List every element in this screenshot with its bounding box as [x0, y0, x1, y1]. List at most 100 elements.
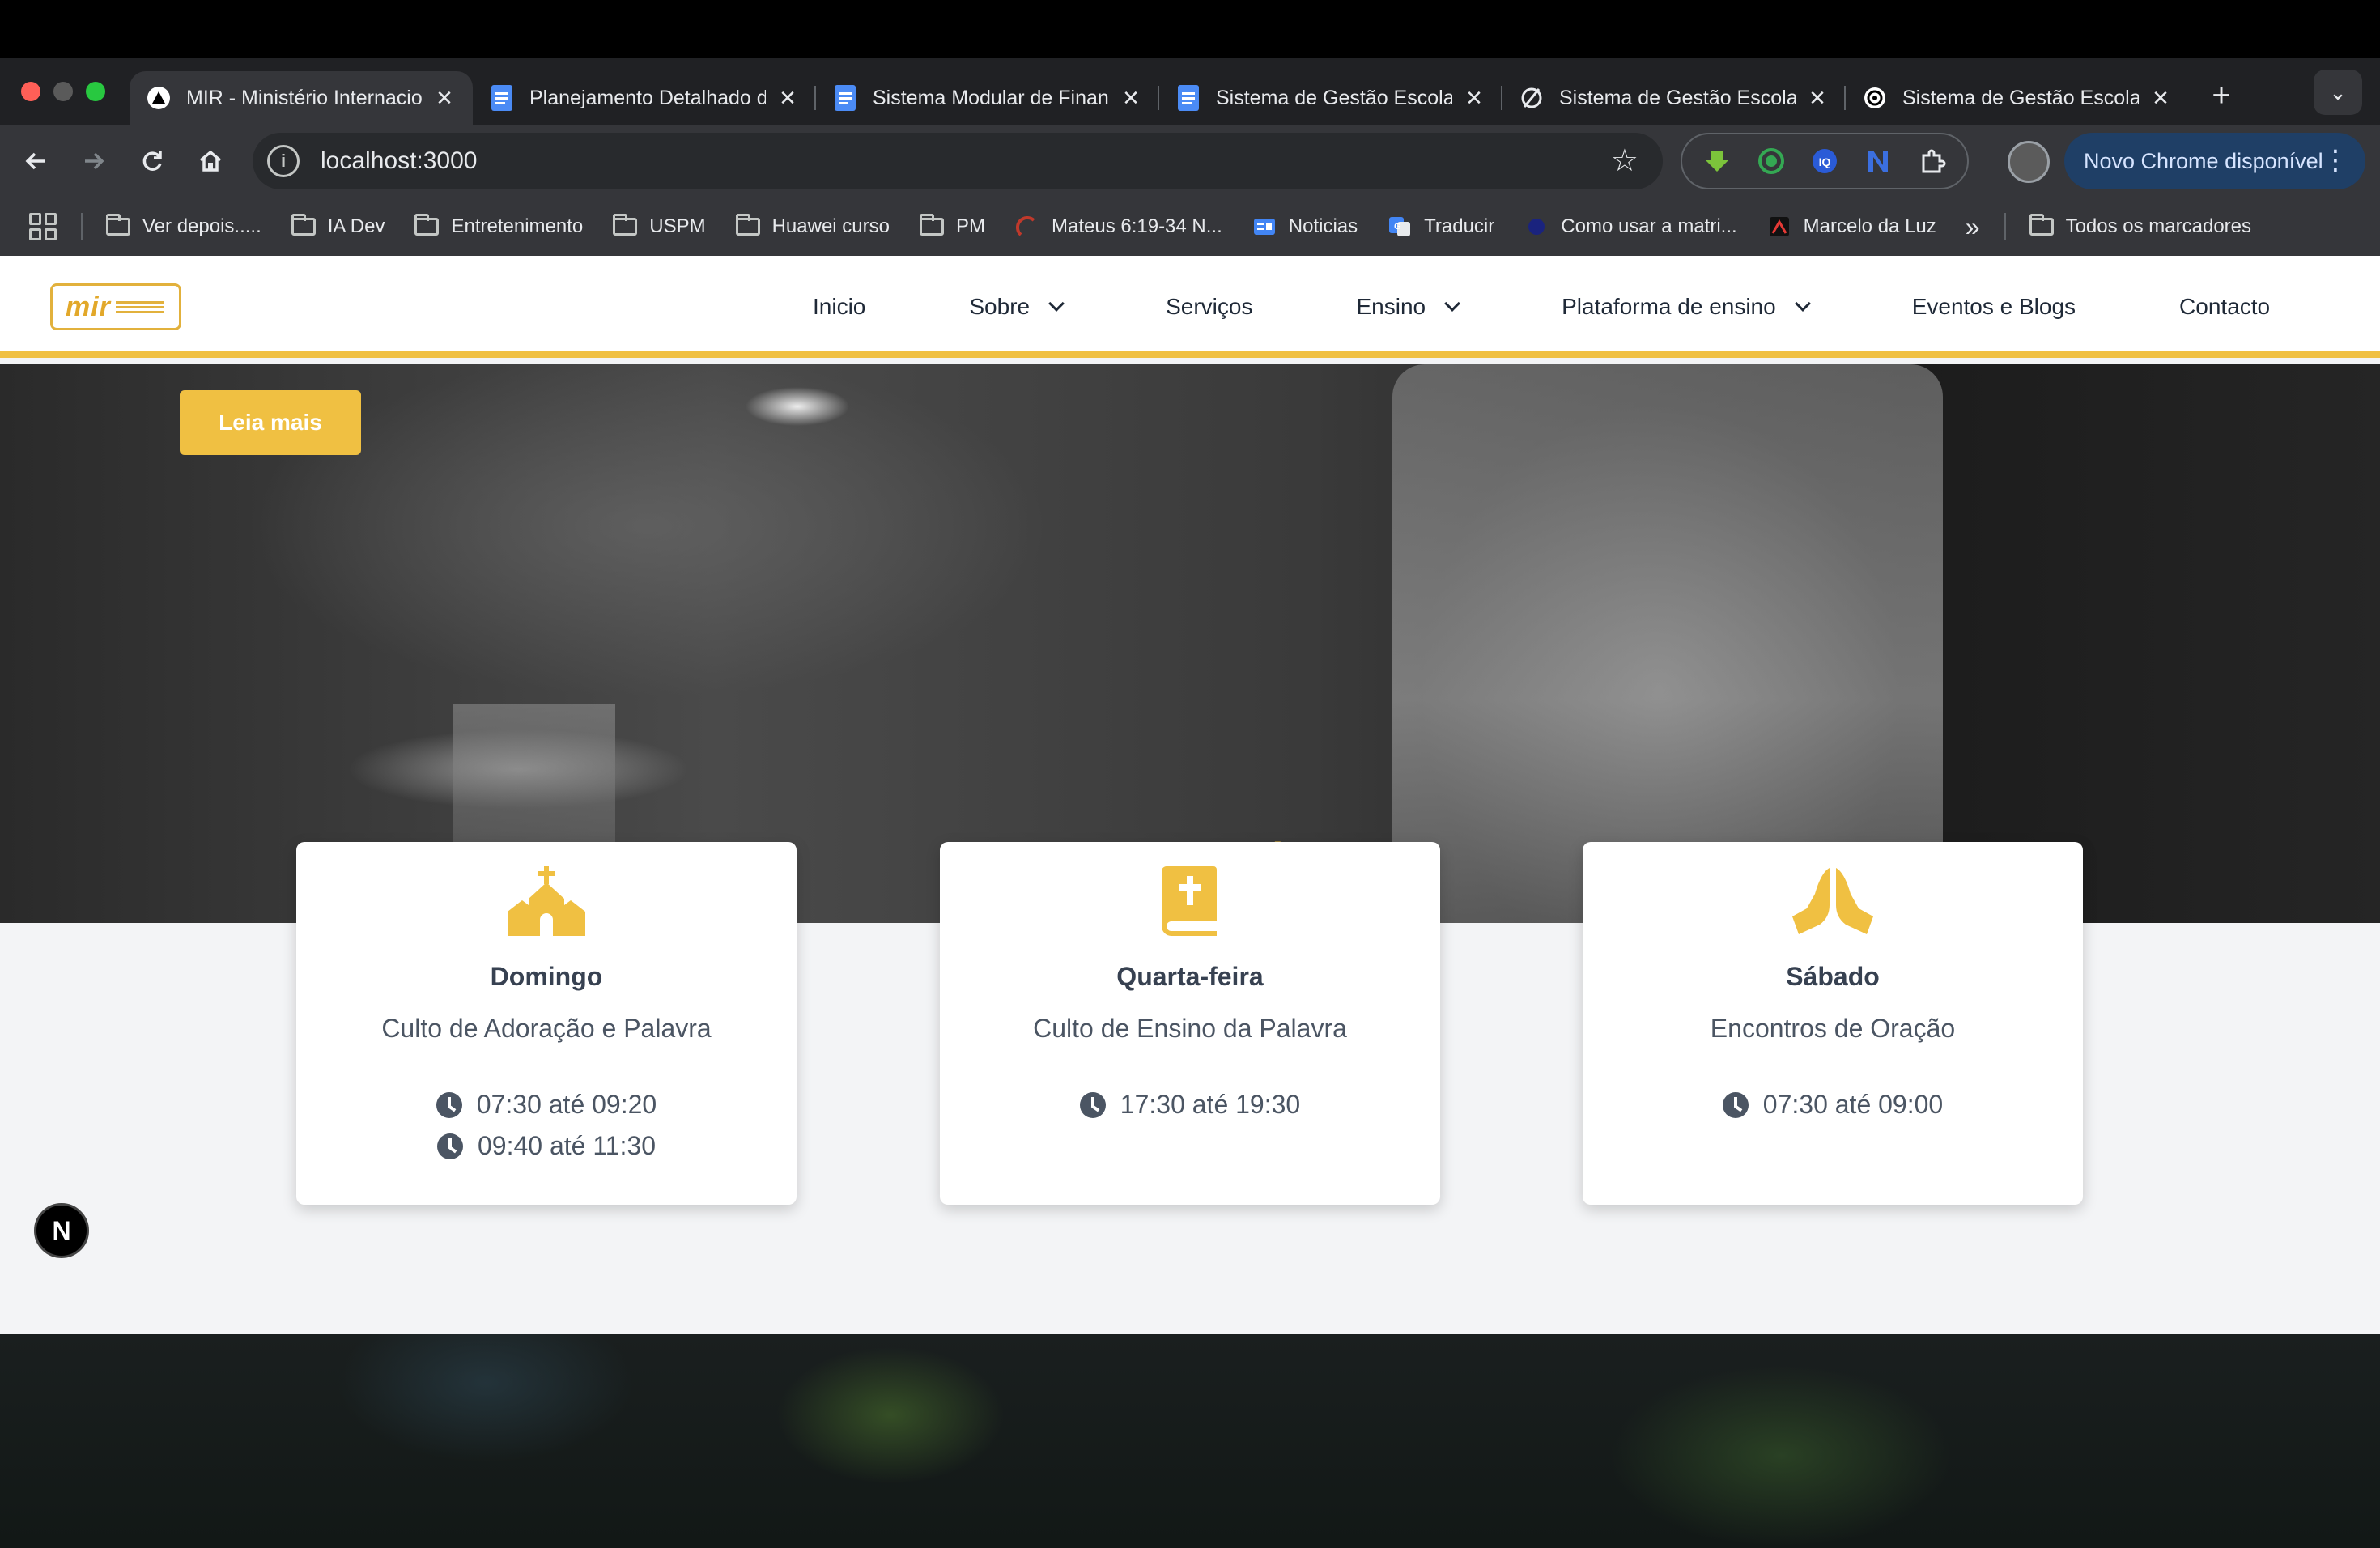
nav-item-inicio[interactable]: Inicio [813, 294, 865, 320]
all-bookmarks-button[interactable]: Todos os marcadores [2029, 214, 2251, 238]
reload-button[interactable] [123, 132, 181, 190]
tab-title: MIR - Ministério Internacional [186, 86, 423, 109]
service-card-quarta: Quarta-feira Culto de Ensino da Palavra … [940, 842, 1440, 1205]
chevron-down-icon [1048, 296, 1065, 312]
extensions-area: IQ [1681, 133, 1969, 189]
tab-gestao-escolar-docs[interactable]: Sistema de Gestão Escolar ✕ [1159, 71, 1502, 125]
bookmarks-bar: Ver depois..... IA Dev Entretenimento US… [0, 198, 2380, 256]
bookmarks-overflow-button[interactable]: » [1966, 212, 1980, 242]
tab-close-icon[interactable]: ✕ [776, 86, 800, 110]
top-bar [0, 0, 2380, 58]
nav-item-plataforma[interactable]: Plataforma de ensino [1562, 294, 1811, 320]
chrome-update-button[interactable]: Novo Chrome disponível ⋮ [2064, 133, 2365, 189]
tab-gestao-escolar-openai[interactable]: Sistema de Gestão Escolar ✕ [1846, 71, 2189, 125]
site-navbar: mir Inicio Sobre Serviços Ensino Platafo… [0, 256, 2380, 358]
chevron-down-icon [1794, 296, 1811, 312]
nextjs-icon [146, 85, 172, 111]
apps-grid-icon[interactable] [29, 213, 57, 240]
svg-text:IQ: IQ [1819, 155, 1831, 168]
bookmark-item[interactable]: G Traducir [1387, 215, 1494, 238]
hero-image: Leia mais Nossos Serviços [0, 364, 2380, 923]
bible-icon [940, 866, 1440, 939]
folder-icon [735, 214, 761, 237]
tab-sistema-modular[interactable]: Sistema Modular de Finanças ✕ [816, 71, 1159, 125]
folder-icon [2029, 214, 2055, 237]
google-docs-icon [489, 85, 515, 111]
nav-item-contacto[interactable]: Contacto [2179, 294, 2270, 320]
bookmark-item[interactable]: Huawei curso [735, 214, 890, 238]
service-card-domingo: Domingo Culto de Adoração e Palavra 07:3… [296, 842, 797, 1205]
bookmark-item[interactable]: PM [919, 214, 985, 238]
clock-icon [1722, 1091, 1749, 1118]
record-extension-icon[interactable] [1755, 145, 1787, 177]
nav-item-sobre[interactable]: Sobre [969, 294, 1065, 320]
tab-planejamento[interactable]: Planejamento Detalhado do ✕ [473, 71, 816, 125]
bookmark-star-icon[interactable]: ☆ [1611, 142, 1638, 179]
download-extension-icon[interactable] [1701, 145, 1733, 177]
service-day: Domingo [490, 962, 603, 991]
screen: MIR - Ministério Internacional ✕ Planeja… [0, 0, 2380, 1548]
n-extension-icon[interactable] [1862, 145, 1894, 177]
tab-search-button[interactable]: ⌄ [2314, 70, 2362, 115]
bookmark-item[interactable]: Entretenimento [414, 214, 583, 238]
window-controls [21, 82, 105, 101]
forward-button[interactable] [65, 132, 123, 190]
more-menu-icon[interactable]: ⋮ [2322, 144, 2349, 176]
tab-strip: MIR - Ministério Internacional ✕ Planeja… [0, 58, 2380, 125]
back-button[interactable] [6, 132, 65, 190]
service-description: Culto de Adoração e Palavra [381, 1014, 712, 1043]
site-info-icon[interactable]: i [267, 145, 300, 177]
browser-toolbar: i localhost:3000 ☆ IQ Novo Chrome dispon… [0, 125, 2380, 198]
tab-close-icon[interactable]: ✕ [1462, 86, 1486, 110]
minimize-window-button[interactable] [53, 82, 73, 101]
bookmark-item[interactable]: Noticias [1252, 215, 1358, 238]
bookmark-item[interactable]: Marcelo da Luz [1766, 215, 1936, 238]
folder-icon [291, 214, 317, 237]
tab-gestao-escolar-perplexity[interactable]: Sistema de Gestão Escolar ✕ [1502, 71, 1846, 125]
tab-title: Sistema de Gestão Escolar [1216, 86, 1452, 109]
iq-extension-icon[interactable]: IQ [1808, 145, 1841, 177]
new-tab-button[interactable]: + [2197, 71, 2246, 120]
url-text[interactable]: localhost:3000 [321, 147, 477, 175]
nextjs-dev-indicator[interactable]: N [34, 1203, 89, 1258]
tab-close-icon[interactable]: ✕ [432, 86, 457, 110]
nav-item-eventos[interactable]: Eventos e Blogs [1912, 294, 2076, 320]
svg-text:G: G [1394, 222, 1401, 232]
bookmark-item[interactable]: IA Dev [291, 214, 385, 238]
home-icon [199, 150, 222, 172]
clock-icon [436, 1133, 463, 1159]
bookmark-item[interactable]: USPM [612, 214, 706, 238]
reload-icon [142, 151, 162, 171]
tab-title: Sistema Modular de Finanças [873, 86, 1109, 109]
bible-app-icon [1014, 215, 1040, 237]
clock-icon [436, 1091, 462, 1118]
puzzle-extensions-icon[interactable] [1916, 145, 1949, 177]
bookmark-item[interactable]: Como usar a matri... [1524, 215, 1737, 238]
bookmark-item[interactable]: Mateus 6:19-34 N... [1014, 215, 1222, 238]
next-section-image [0, 1334, 2380, 1548]
bookmark-item[interactable]: Ver depois..... [105, 214, 261, 238]
page-icon [1524, 216, 1549, 237]
tab-mir[interactable]: MIR - Ministério Internacional ✕ [130, 71, 473, 125]
clock-icon [1079, 1091, 1106, 1118]
tab-close-icon[interactable]: ✕ [1805, 86, 1830, 110]
read-more-button[interactable]: Leia mais [180, 390, 361, 455]
tab-close-icon[interactable]: ✕ [2148, 86, 2173, 110]
tab-close-icon[interactable]: ✕ [1119, 86, 1143, 110]
close-window-button[interactable] [21, 82, 40, 101]
logo-text: mir [66, 291, 111, 322]
tab-title: Sistema de Gestão Escolar [1902, 86, 2139, 109]
forward-arrow-icon [85, 152, 104, 170]
site-icon [1766, 216, 1792, 237]
address-bar[interactable]: i localhost:3000 ☆ [253, 133, 1663, 189]
profile-avatar[interactable] [2008, 141, 2050, 183]
back-arrow-icon [25, 152, 45, 170]
service-time: 07:30 até 09:00 [1722, 1090, 1943, 1120]
home-button[interactable] [181, 132, 240, 190]
nav-item-ensino[interactable]: Ensino [1356, 294, 1460, 320]
google-docs-icon [832, 85, 858, 111]
nav-item-servicos[interactable]: Serviços [1166, 294, 1252, 320]
folder-icon [105, 214, 131, 237]
maximize-window-button[interactable] [86, 82, 105, 101]
site-logo[interactable]: mir [50, 283, 181, 330]
